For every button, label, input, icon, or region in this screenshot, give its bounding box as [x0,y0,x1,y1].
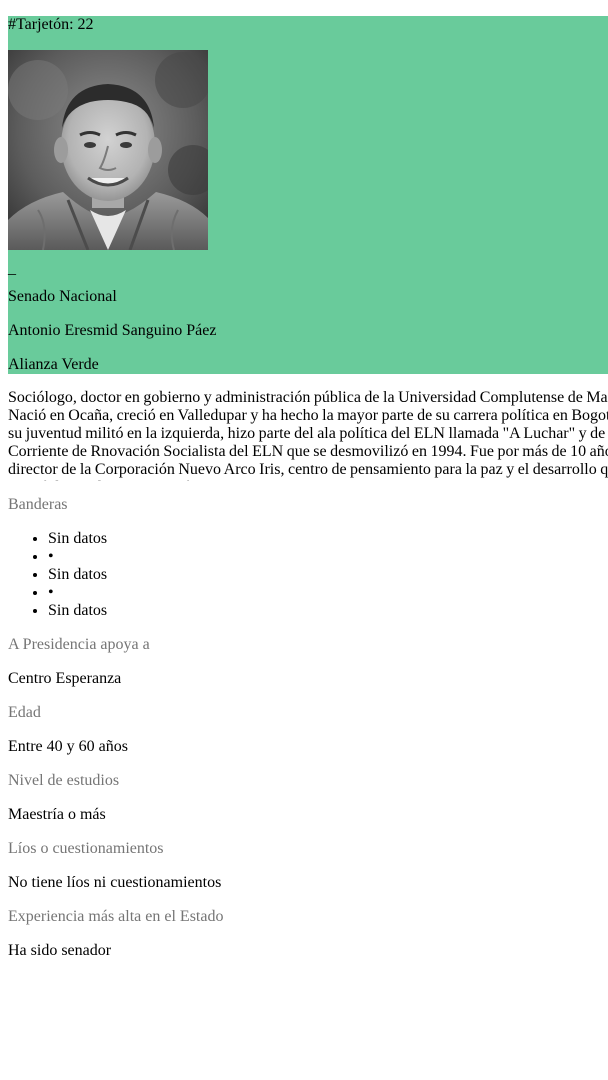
candidate-page: #Tarjetón: 22 _ Senado Nacional Antonio … [0,0,608,1080]
flags-list: Sin datos • Sin datos • Sin datos [8,530,107,620]
candidate-photo [8,50,208,250]
candidate-bio: Sociólogo, doctor en gobierno y administ… [8,389,608,481]
controversies-label: Líos o cuestionamientos [8,840,164,857]
education-value: Maestría o más [8,806,106,823]
bio-text: Sociólogo, doctor en gobierno y administ… [8,389,608,481]
chamber: Senado Nacional [8,288,117,305]
list-item: • [48,548,107,566]
controversies-value: No tiene líos ni cuestionamientos [8,874,222,891]
state-experience-value: Ha sido senador [8,942,112,959]
party-name: Alianza Verde [8,356,99,373]
candidate-header-card: #Tarjetón: 22 _ Senado Nacional Antonio … [8,16,608,374]
flags-label: Banderas [8,496,68,513]
education-label: Nivel de estudios [8,772,120,789]
presidency-support-label: A Presidencia apoya a [8,636,150,653]
age-label: Edad [8,704,41,721]
age-value: Entre 40 y 60 años [8,738,128,755]
candidate-name: Antonio Eresmid Sanguino Páez [8,322,217,339]
candidate-portrait-image [8,50,208,250]
state-experience-label: Experiencia más alta en el Estado [8,908,224,925]
presidency-support-value: Centro Esperanza [8,670,122,687]
list-item: • [48,584,107,602]
list-item: Sin datos [48,566,107,584]
ballot-number: #Tarjetón: 22 [8,16,94,33]
list-item: Sin datos [48,530,107,548]
header-separator: _ [8,260,16,277]
list-item: Sin datos [48,602,107,620]
